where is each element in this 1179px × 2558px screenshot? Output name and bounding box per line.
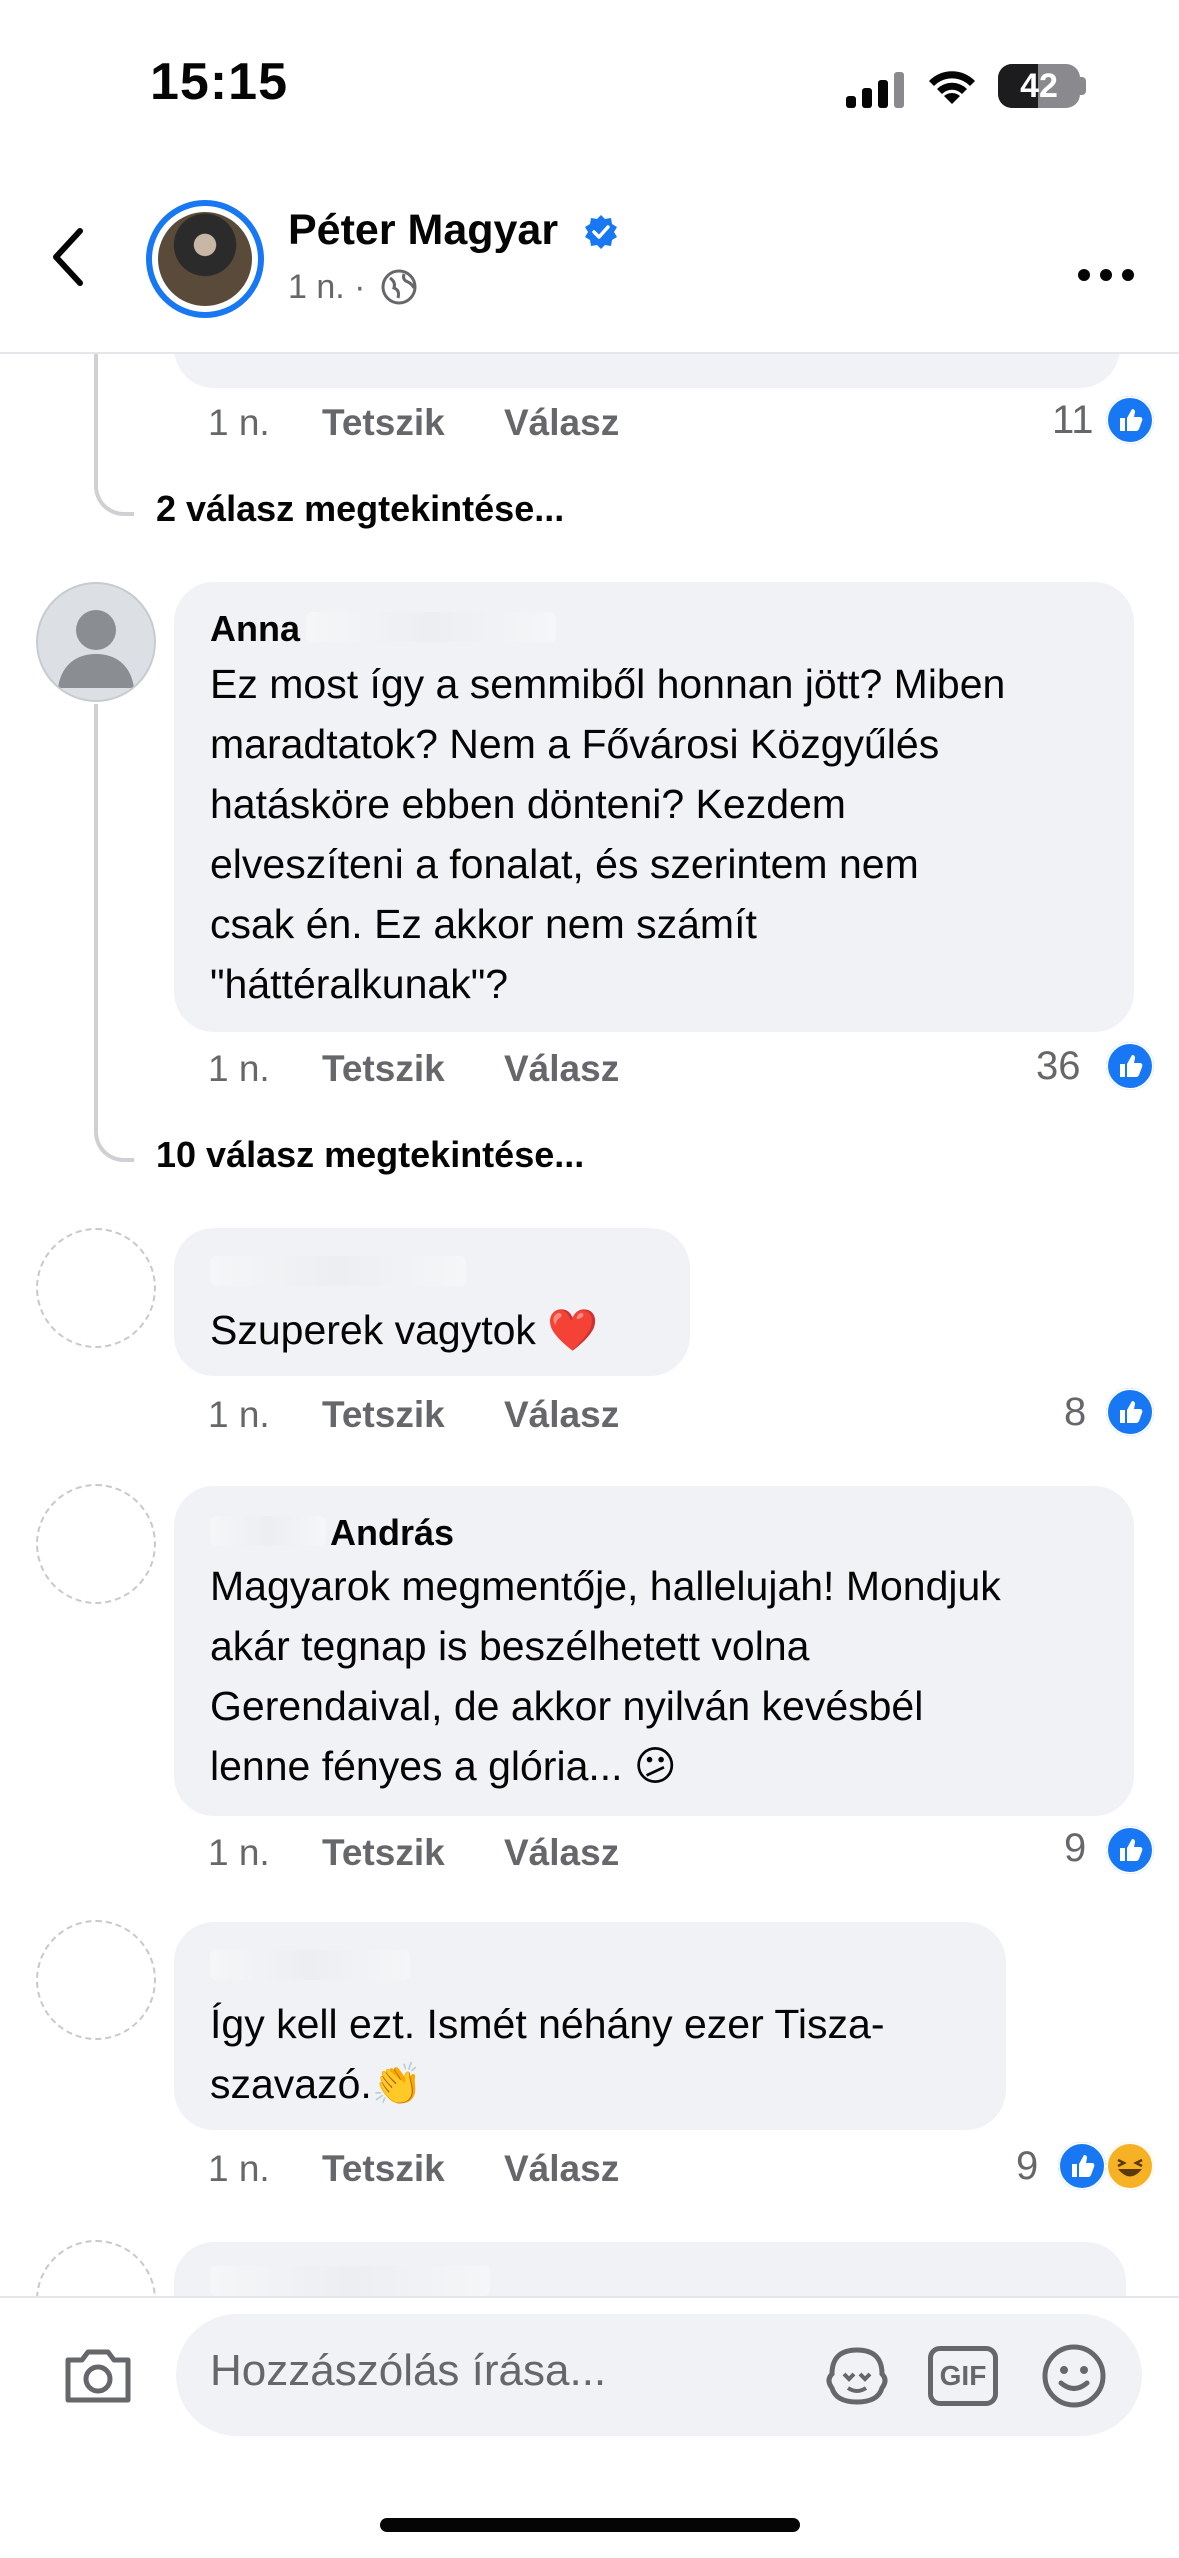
comment-time: 1 n.	[208, 1394, 270, 1435]
haha-reaction-icon[interactable]	[1106, 2142, 1154, 2190]
comment-time: 1 n.	[208, 2148, 270, 2189]
profile-avatar[interactable]	[158, 212, 252, 306]
reply-action[interactable]: Válasz	[504, 1048, 619, 1090]
avatar[interactable]	[36, 582, 156, 702]
wifi-icon	[929, 71, 975, 104]
home-indicator[interactable]	[380, 2518, 800, 2532]
verified-badge-icon	[585, 215, 617, 249]
comment-line: Ez most így a semmiből honnan jött? Mibe…	[210, 661, 1006, 707]
view-replies-link[interactable]: 10 válasz megtekintése...	[156, 1134, 584, 1176]
like-reaction-icon[interactable]	[1106, 1388, 1154, 1436]
post-meta: 1 n. ·	[288, 268, 366, 306]
comment-line: maradtatok? Nem a Fővárosi Közgyűlés	[210, 721, 940, 767]
reaction-count: 9	[1064, 1826, 1087, 1870]
chevron-left-icon[interactable]	[48, 225, 88, 300]
thread-curve	[94, 440, 134, 516]
like-action[interactable]: Tetszik	[322, 402, 445, 444]
like-action[interactable]: Tetszik	[322, 1832, 445, 1874]
redacted-name	[306, 612, 556, 642]
like-action[interactable]: Tetszik	[322, 1394, 445, 1436]
comment-line: csak én. Ez akkor nem számít	[210, 901, 757, 947]
comment-line: akár tegnap is beszélhetett volna	[210, 1623, 810, 1669]
avatar[interactable]	[36, 1484, 156, 1604]
comment-time: 1 n.	[208, 402, 270, 443]
cellular-signal-icon	[846, 72, 904, 108]
reaction-count: 36	[1036, 1044, 1081, 1088]
comment-line: Szuperek vagytok ❤️	[210, 1307, 599, 1353]
status-time: 15:15	[150, 53, 288, 111]
comment-time: 1 n.	[208, 1048, 270, 1089]
like-action[interactable]: Tetszik	[322, 2148, 445, 2190]
redacted-name	[210, 2266, 490, 2296]
camera-icon[interactable]	[62, 2346, 134, 2406]
battery-tip	[1080, 77, 1086, 95]
comment-line: "háttéralkunak"?	[210, 961, 509, 1007]
redacted-name	[210, 1950, 410, 1980]
comment-line: Gerendaival, de akkor nyilván kevésbél	[210, 1683, 924, 1729]
comment-input-placeholder[interactable]: Hozzászólás írása...	[210, 2346, 606, 2396]
comment-line: hatásköre ebben dönteni? Kezdem	[210, 781, 846, 827]
emoji-icon[interactable]	[1040, 2342, 1108, 2410]
comment-author[interactable]: Anna	[210, 608, 300, 650]
reply-action[interactable]: Válasz	[504, 2148, 619, 2190]
redacted-name	[210, 1516, 326, 1546]
comment-line: Így kell ezt. Ismét néhány ezer Tisza-	[210, 2001, 885, 2047]
globe-icon	[381, 269, 417, 305]
comment-author[interactable]: András	[330, 1512, 454, 1554]
reaction-count: 11	[1052, 398, 1094, 442]
like-action[interactable]: Tetszik	[322, 1048, 445, 1090]
comment-line: szavazó.👏	[210, 2061, 423, 2107]
comment-line: elveszíteni a fonalat, és szerintem nem	[210, 841, 919, 887]
avatar[interactable]	[36, 1920, 156, 2040]
comment-line: Magyarok megmentője, hallelujah! Mondjuk	[210, 1563, 1001, 1609]
view-replies-link[interactable]: 2 válasz megtekintése...	[156, 488, 564, 530]
more-dots-icon[interactable]	[1076, 230, 1136, 299]
avatar-sticker-icon[interactable]	[822, 2344, 892, 2408]
page-title[interactable]: Péter Magyar	[288, 206, 558, 255]
battery-percent: 42	[1020, 67, 1058, 105]
reaction-count: 9	[1016, 2144, 1039, 2188]
thread-curve	[94, 1088, 134, 1162]
gif-icon[interactable]: GIF	[928, 2346, 998, 2406]
like-reaction-icon[interactable]	[1058, 2142, 1106, 2190]
reply-action[interactable]: Válasz	[504, 1832, 619, 1874]
redacted-name	[210, 1256, 466, 1286]
like-reaction-icon[interactable]	[1106, 1042, 1154, 1090]
avatar[interactable]	[36, 1228, 156, 1348]
reply-action[interactable]: Válasz	[504, 402, 619, 444]
thread-line	[94, 704, 98, 1104]
comment-line: lenne fényes a glória... 😕	[210, 1743, 677, 1789]
like-reaction-icon[interactable]	[1106, 1826, 1154, 1874]
comment-time: 1 n.	[208, 1832, 270, 1873]
reply-action[interactable]: Válasz	[504, 1394, 619, 1436]
reaction-count: 8	[1064, 1390, 1087, 1434]
like-reaction-icon[interactable]	[1106, 396, 1154, 444]
